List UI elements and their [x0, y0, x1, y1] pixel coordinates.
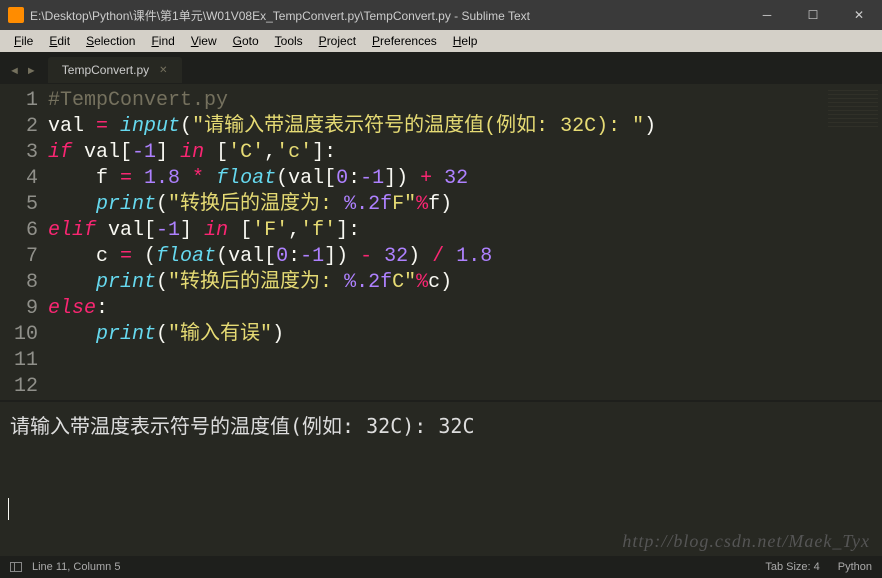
menu-selection[interactable]: Selection [78, 32, 143, 50]
status-tab-size[interactable]: Tab Size: 4 [765, 561, 819, 573]
menu-edit[interactable]: Edit [41, 32, 78, 50]
line-number: 11 [4, 348, 38, 374]
line-number: 1 [4, 88, 38, 114]
console-panel[interactable]: 请输入带温度表示符号的温度值(例如: 32C): 32C [0, 400, 882, 540]
status-syntax[interactable]: Python [838, 561, 872, 573]
line-number: 4 [4, 166, 38, 192]
status-bar: Line 11, Column 5 Tab Size: 4 Python [0, 556, 882, 578]
menu-find[interactable]: Find [143, 32, 182, 50]
code-content[interactable]: #TempConvert.pyval = input("请输入带温度表示符号的温… [48, 84, 822, 400]
menu-help[interactable]: Help [445, 32, 486, 50]
menu-preferences[interactable]: Preferences [364, 32, 445, 50]
panel-toggle-icon[interactable] [10, 562, 22, 572]
line-number: 5 [4, 192, 38, 218]
status-cursor-position[interactable]: Line 11, Column 5 [32, 561, 120, 573]
tab-tempconvert[interactable]: TempConvert.py ✕ [48, 57, 182, 83]
menu-tools[interactable]: Tools [267, 32, 311, 50]
minimap-preview [828, 90, 878, 130]
window-title: E:\Desktop\Python\课件\第1单元\W01V08Ex_TempC… [30, 7, 530, 24]
title-bar: E:\Desktop\Python\课件\第1单元\W01V08Ex_TempC… [0, 0, 882, 30]
line-number: 9 [4, 296, 38, 322]
line-number: 7 [4, 244, 38, 270]
menu-bar: File Edit Selection Find View Goto Tools… [0, 30, 882, 52]
menu-project[interactable]: Project [311, 32, 364, 50]
line-number: 6 [4, 218, 38, 244]
menu-goto[interactable]: Goto [225, 32, 267, 50]
minimap[interactable] [822, 84, 882, 400]
tab-close-icon[interactable]: ✕ [159, 65, 167, 76]
menu-view[interactable]: View [183, 32, 225, 50]
app-icon [8, 7, 24, 23]
watermark: http://blog.csdn.net/Maek_Tyx [622, 531, 870, 552]
line-number: 8 [4, 270, 38, 296]
line-number: 3 [4, 140, 38, 166]
tab-label: TempConvert.py [62, 63, 149, 77]
editor-area[interactable]: 1 2 3 4 5 6 7 8 9 10 11 12 #TempConvert.… [0, 84, 882, 400]
line-number: 2 [4, 114, 38, 140]
console-cursor [8, 498, 9, 520]
menu-file[interactable]: File [6, 32, 41, 50]
line-number: 12 [4, 374, 38, 400]
maximize-button[interactable]: ☐ [790, 0, 836, 30]
close-button[interactable]: ✕ [836, 0, 882, 30]
tab-nav-right-icon[interactable]: ► [23, 63, 40, 79]
line-number-gutter: 1 2 3 4 5 6 7 8 9 10 11 12 [0, 84, 48, 400]
window-controls: ─ ☐ ✕ [744, 0, 882, 30]
minimize-button[interactable]: ─ [744, 0, 790, 30]
tab-bar: ◄ ► TempConvert.py ✕ [0, 52, 882, 84]
line-number: 10 [4, 322, 38, 348]
console-output: 请输入带温度表示符号的温度值(例如: 32C): 32C [10, 410, 872, 439]
tab-nav-left-icon[interactable]: ◄ [6, 63, 23, 79]
